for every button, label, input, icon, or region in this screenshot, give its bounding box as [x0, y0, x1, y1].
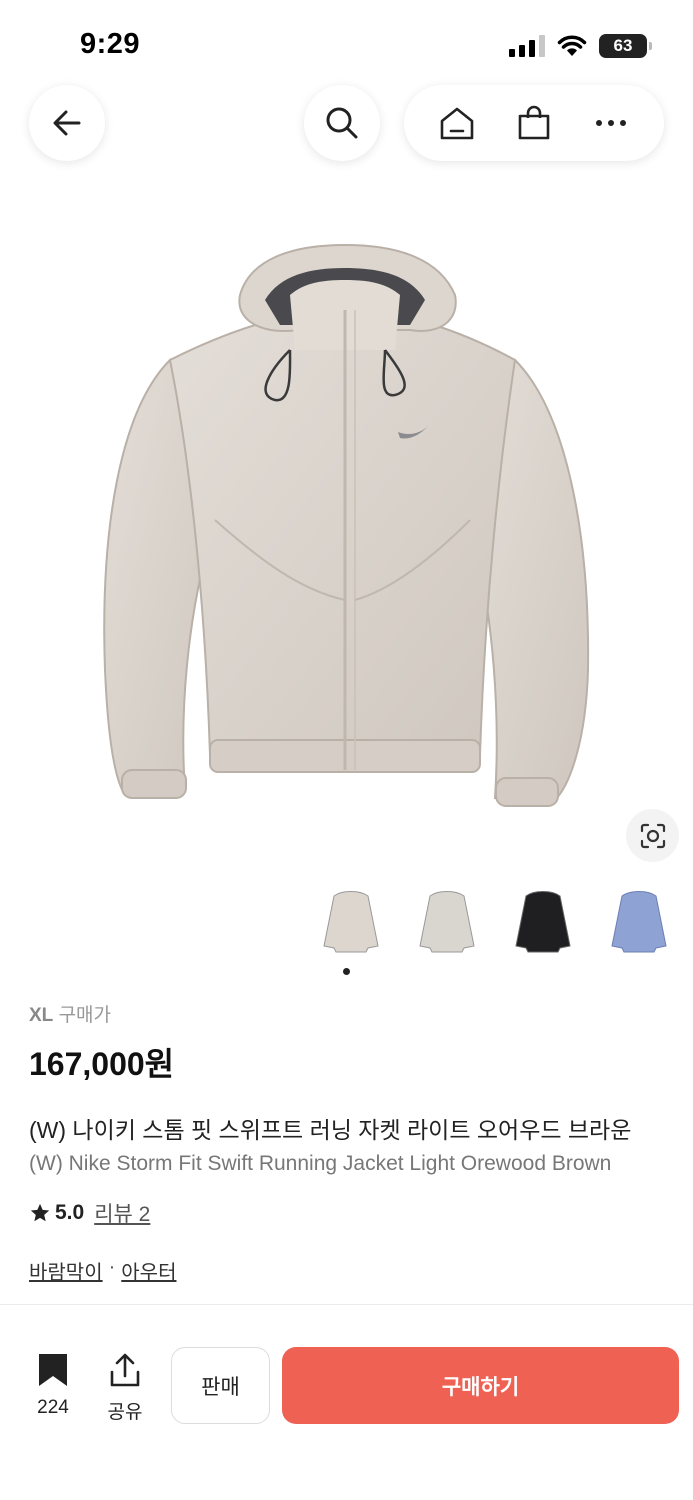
status-icons: 63 [509, 34, 652, 58]
product-title-english: (W) Nike Storm Fit Swift Running Jacket … [29, 1152, 612, 1175]
more-horizontal-icon [596, 120, 627, 126]
status-time: 9:29 [80, 28, 141, 60]
share-button[interactable]: 공유 [102, 1352, 148, 1424]
share-label: 공유 [107, 1402, 143, 1423]
thumbnail-0[interactable] [310, 880, 392, 962]
reviews-link[interactable]: 리뷰 2 [94, 1198, 150, 1228]
product-price: 167,000원 [29, 1046, 175, 1082]
category-breadcrumb: 바람막이 · 아우터 [29, 1256, 693, 1285]
jacket-thumbnail-icon [419, 891, 475, 953]
more-button[interactable] [581, 93, 641, 153]
rating-row: 5.0 리뷰 2 [29, 1198, 693, 1228]
shopping-bag-icon [518, 105, 550, 140]
size-label: XL [29, 1005, 54, 1026]
product-title-korean: (W) 나이키 스톰 핏 스위프트 러닝 자켓 라이트 오어우드 브라운 [29, 1117, 632, 1143]
category-link-outer[interactable]: 아우터 [121, 1256, 176, 1285]
status-bar: 9:29 63 [0, 0, 693, 80]
product-info: XL 구매가 167,000원 (W) 나이키 스톰 핏 스위프트 러닝 자켓 … [29, 1000, 693, 1285]
thumbnail-2[interactable] [502, 880, 584, 962]
sell-button[interactable]: 판매 [171, 1347, 270, 1424]
thumbnail-3[interactable] [598, 880, 680, 962]
nav-action-group [404, 85, 664, 161]
category-separator: · [108, 1256, 116, 1278]
wifi-icon [557, 35, 587, 56]
search-button[interactable] [304, 85, 380, 161]
bookmark-count: 224 [37, 1397, 69, 1418]
buy-button[interactable]: 구매하기 [282, 1347, 679, 1424]
battery-level: 63 [613, 36, 633, 55]
image-search-button[interactable] [626, 809, 679, 862]
battery-indicator: 63 [599, 34, 652, 58]
jacket-thumbnail-icon [323, 891, 379, 953]
section-divider [0, 1304, 693, 1305]
cellular-signal-icon [509, 35, 545, 57]
size-price-label: XL 구매가 [29, 1000, 693, 1027]
thumbnail-1[interactable] [406, 880, 488, 962]
bottom-action-bar: 224 공유 판매 구매하기 [0, 1332, 693, 1500]
color-thumbnails [310, 880, 693, 962]
price-label: 구매가 [58, 1005, 112, 1026]
star-icon [30, 1203, 50, 1222]
bookmark-button[interactable]: 224 [30, 1352, 76, 1419]
home-icon [440, 107, 473, 140]
product-image[interactable] [0, 200, 693, 860]
camera-scan-icon [640, 823, 665, 848]
jacket-thumbnail-icon [515, 891, 571, 953]
home-button[interactable] [427, 93, 487, 153]
arrow-left-icon [53, 110, 81, 136]
share-icon [110, 1353, 140, 1387]
bookmark-icon [39, 1354, 67, 1386]
rating-score: 5.0 [55, 1201, 85, 1224]
category-link-windbreaker[interactable]: 바람막이 [29, 1256, 103, 1285]
search-icon [326, 107, 358, 139]
jacket-thumbnail-icon [611, 891, 667, 953]
cart-button[interactable] [504, 93, 564, 153]
back-button[interactable] [29, 85, 105, 161]
carousel-indicator-dot [343, 968, 350, 975]
